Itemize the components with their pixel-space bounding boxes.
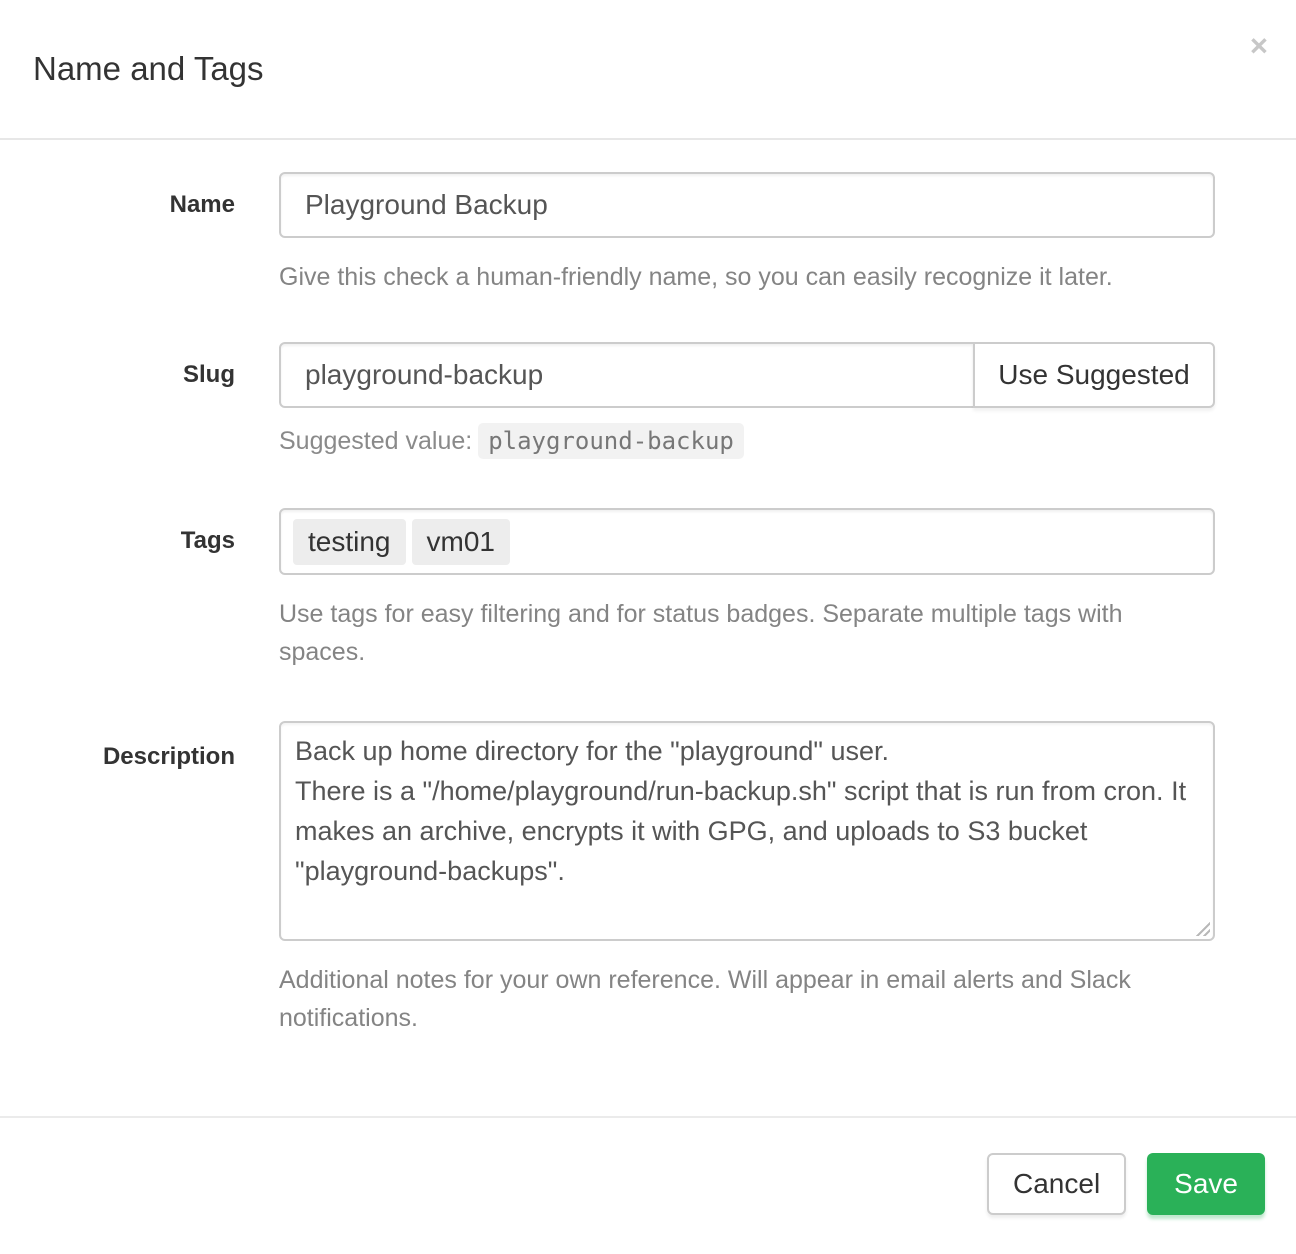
modal-header: Name and Tags ×	[0, 0, 1296, 140]
suggested-value-chip: playground-backup	[478, 423, 744, 459]
slug-input[interactable]	[279, 342, 975, 408]
modal-footer: Cancel Save	[0, 1116, 1296, 1246]
use-suggested-button[interactable]: Use Suggested	[973, 342, 1215, 408]
slug-input-group: Use Suggested	[279, 342, 1215, 408]
tags-input[interactable]: testing vm01	[279, 508, 1215, 575]
tags-field-row: Tags testing vm01 Use tags for easy filt…	[0, 508, 1296, 671]
suggested-value-prefix: Suggested value:	[279, 427, 472, 455]
save-button[interactable]: Save	[1147, 1153, 1265, 1215]
name-field-row: Name Give this check a human-friendly na…	[0, 172, 1296, 296]
slug-control: Use Suggested Suggested value:playground…	[279, 342, 1215, 460]
description-label: Description	[0, 721, 279, 771]
name-label: Name	[0, 172, 279, 238]
slug-label: Slug	[0, 342, 279, 408]
tag-pill-testing[interactable]: testing	[293, 519, 406, 565]
tags-label: Tags	[0, 508, 279, 574]
name-control: Give this check a human-friendly name, s…	[279, 172, 1215, 296]
name-and-tags-modal: Name and Tags × Name Give this check a h…	[0, 0, 1296, 1254]
name-input[interactable]	[279, 172, 1215, 238]
close-icon[interactable]: ×	[1250, 30, 1268, 61]
description-field-row: Description Back up home directory for t…	[0, 721, 1296, 1037]
suggested-value-line: Suggested value:playground-backup	[279, 422, 1215, 460]
tag-pill-vm01[interactable]: vm01	[412, 519, 510, 565]
description-help-text: Additional notes for your own reference.…	[279, 961, 1215, 1037]
name-help-text: Give this check a human-friendly name, s…	[279, 258, 1215, 296]
tags-help-text: Use tags for easy filtering and for stat…	[279, 595, 1215, 671]
description-textarea[interactable]: Back up home directory for the "playgrou…	[279, 721, 1215, 941]
tags-control: testing vm01 Use tags for easy filtering…	[279, 508, 1215, 671]
description-control: Back up home directory for the "playgrou…	[279, 721, 1215, 1037]
description-textarea-wrap: Back up home directory for the "playgrou…	[279, 721, 1215, 941]
slug-field-row: Slug Use Suggested Suggested value:playg…	[0, 342, 1296, 460]
modal-title: Name and Tags	[33, 50, 264, 88]
modal-body: Name Give this check a human-friendly na…	[0, 140, 1296, 1116]
cancel-button[interactable]: Cancel	[987, 1153, 1126, 1215]
